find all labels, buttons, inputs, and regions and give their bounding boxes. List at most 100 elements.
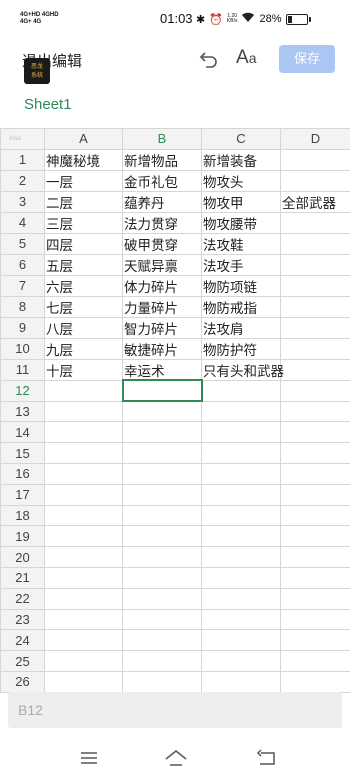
cell-d24[interactable] <box>280 629 350 652</box>
cell-d26[interactable] <box>280 670 350 693</box>
cell-a18[interactable] <box>44 504 123 527</box>
row-header[interactable]: 9 <box>0 316 45 339</box>
cell-b7[interactable]: 体力碎片 <box>122 274 202 297</box>
cell-b21[interactable] <box>122 566 202 589</box>
cell-b15[interactable] <box>122 442 202 464</box>
cell-c15[interactable] <box>201 442 281 464</box>
cell-a14[interactable] <box>44 421 123 444</box>
column-header-d[interactable]: D <box>280 128 350 150</box>
cell-c1[interactable]: 新增装备 <box>201 148 281 171</box>
cell-d2[interactable] <box>280 169 350 192</box>
cell-d9[interactable] <box>280 316 350 339</box>
cell-b9[interactable]: 智力碎片 <box>122 316 202 339</box>
row-header[interactable]: 10 <box>0 337 45 360</box>
cell-b13[interactable] <box>122 400 202 423</box>
row-header[interactable]: 23 <box>0 608 45 631</box>
cell-c11[interactable]: 只有头和武器 <box>201 358 284 381</box>
cell-d1[interactable] <box>280 148 350 171</box>
row-header[interactable]: 12 <box>0 379 45 402</box>
cell-b20[interactable] <box>122 546 202 568</box>
cell-d19[interactable] <box>280 525 350 548</box>
cell-a3[interactable]: 二层 <box>44 190 123 213</box>
cell-b10[interactable]: 敏捷碎片 <box>122 337 202 360</box>
cell-a6[interactable]: 五层 <box>44 253 123 276</box>
cell-c5[interactable]: 法攻鞋 <box>201 232 281 255</box>
row-header[interactable]: 17 <box>0 483 45 506</box>
cell-b18[interactable] <box>122 504 202 527</box>
cell-a24[interactable] <box>44 629 123 652</box>
cell-c19[interactable] <box>201 525 281 548</box>
cell-c14[interactable] <box>201 421 281 444</box>
cell-b11[interactable]: 幸运术 <box>122 358 202 381</box>
cell-b19[interactable] <box>122 525 202 548</box>
cell-d18[interactable] <box>280 504 350 527</box>
cell-a12[interactable] <box>44 379 123 402</box>
cell-a22[interactable] <box>44 587 123 610</box>
row-header[interactable]: 21 <box>0 566 45 589</box>
cell-c25[interactable] <box>201 650 281 672</box>
cell-d13[interactable] <box>280 400 350 423</box>
row-header[interactable]: 19 <box>0 525 45 548</box>
row-header[interactable]: 13 <box>0 400 45 423</box>
row-header[interactable]: 15 <box>0 442 45 464</box>
cell-c16[interactable] <box>201 462 281 485</box>
back-icon[interactable] <box>256 748 278 768</box>
cell-d5[interactable] <box>280 232 350 255</box>
cell-c6[interactable]: 法攻手 <box>201 253 281 276</box>
column-header-a[interactable]: A <box>44 128 123 150</box>
cell-c10[interactable]: 物防护符 <box>201 337 281 360</box>
cell-c20[interactable] <box>201 546 281 568</box>
column-header-c[interactable]: C <box>201 128 281 150</box>
cell-b1[interactable]: 新增物品 <box>122 148 202 171</box>
row-header[interactable]: 7 <box>0 274 45 297</box>
column-header-b[interactable]: B <box>122 128 202 150</box>
select-all-corner[interactable]: xlsx <box>0 128 45 150</box>
cell-c3[interactable]: 物攻甲 <box>201 190 281 213</box>
cell-a21[interactable] <box>44 566 123 589</box>
cell-b4[interactable]: 法力贯穿 <box>122 211 202 234</box>
cell-a7[interactable]: 六层 <box>44 274 123 297</box>
cell-a23[interactable] <box>44 608 123 631</box>
cell-c4[interactable]: 物攻腰带 <box>201 211 281 234</box>
cell-a11[interactable]: 十层 <box>44 358 123 381</box>
cell-a25[interactable] <box>44 650 123 672</box>
row-header[interactable]: 4 <box>0 211 45 234</box>
cell-a5[interactable]: 四层 <box>44 232 123 255</box>
cell-c2[interactable]: 物攻头 <box>201 169 281 192</box>
cell-d4[interactable] <box>280 211 350 234</box>
cell-c18[interactable] <box>201 504 281 527</box>
cell-c8[interactable]: 物防戒指 <box>201 295 281 318</box>
row-header[interactable]: 16 <box>0 462 45 485</box>
cell-d14[interactable] <box>280 421 350 444</box>
cell-c17[interactable] <box>201 483 281 506</box>
cell-a26[interactable] <box>44 670 123 693</box>
row-header[interactable]: 6 <box>0 253 45 276</box>
cell-b16[interactable] <box>122 462 202 485</box>
row-header[interactable]: 22 <box>0 587 45 610</box>
cell-b22[interactable] <box>122 587 202 610</box>
cell-b23[interactable] <box>122 608 202 631</box>
row-header[interactable]: 1 <box>0 148 45 171</box>
cell-a19[interactable] <box>44 525 123 548</box>
cell-b6[interactable]: 天赋异禀 <box>122 253 202 276</box>
cell-c22[interactable] <box>201 587 281 610</box>
row-header[interactable]: 14 <box>0 421 45 444</box>
cell-d25[interactable] <box>280 650 350 672</box>
menu-icon[interactable] <box>80 750 98 766</box>
row-header[interactable]: 5 <box>0 232 45 255</box>
sheet-tab[interactable]: Sheet1 <box>24 96 72 113</box>
cell-d21[interactable] <box>280 566 350 589</box>
cell-d7[interactable] <box>280 274 350 297</box>
cell-a15[interactable] <box>44 442 123 464</box>
cell-c26[interactable] <box>201 670 281 693</box>
row-header[interactable]: 25 <box>0 650 45 672</box>
row-header[interactable]: 18 <box>0 504 45 527</box>
cell-c24[interactable] <box>201 629 281 652</box>
cell-d10[interactable] <box>280 337 350 360</box>
cell-b25[interactable] <box>122 650 202 672</box>
cell-d8[interactable] <box>280 295 350 318</box>
cell-d22[interactable] <box>280 587 350 610</box>
cell-c7[interactable]: 物防项链 <box>201 274 281 297</box>
cell-a10[interactable]: 九层 <box>44 337 123 360</box>
cell-d11[interactable] <box>280 358 350 381</box>
